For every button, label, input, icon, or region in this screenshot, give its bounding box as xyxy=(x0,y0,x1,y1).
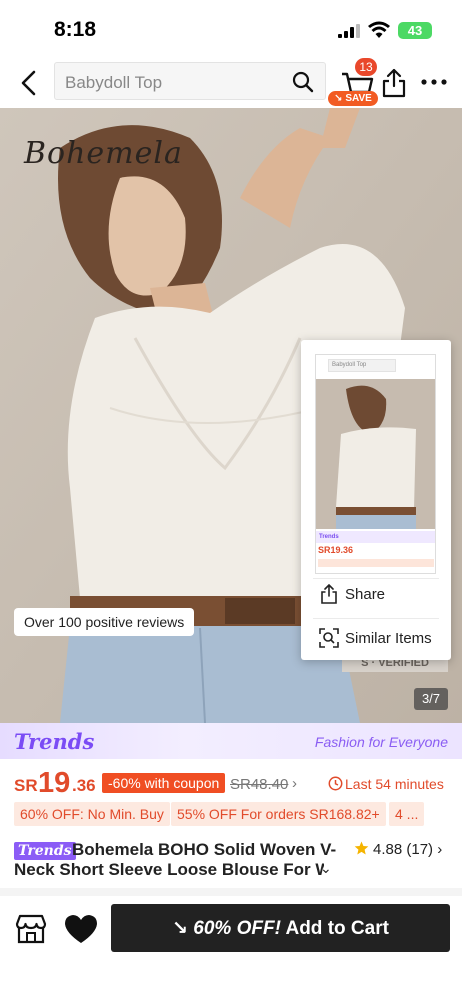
countdown-timer: Last 54 minutes xyxy=(345,776,444,792)
add-to-cart-promo: 60% OFF! xyxy=(193,918,281,939)
popup-share-label: Share xyxy=(345,586,386,603)
share-icon xyxy=(321,584,337,604)
screenshot-share-popup: Babydoll Top Trends SR19.36 Share Simila… xyxy=(301,340,451,660)
share-icon[interactable] xyxy=(381,68,407,98)
rating-summary[interactable]: 4.88 (17) › xyxy=(354,840,454,860)
top-nav: Babydoll Top 13 ↘ SAVE xyxy=(0,58,462,108)
thumbnail-photo xyxy=(316,379,435,529)
add-to-cart-label: Add to Cart xyxy=(285,918,389,939)
thumbnail-search: Babydoll Top xyxy=(328,359,396,372)
image-search-icon xyxy=(319,628,339,648)
price-cents: .36 xyxy=(72,776,96,795)
coupon-discount-badge[interactable]: -60% with coupon xyxy=(102,773,226,793)
search-query-text: Babydoll Top xyxy=(65,73,163,92)
thumbnail-price-cents: .36 xyxy=(340,545,354,555)
product-title-line2: Neck Short Sleeve Loose Blouse For W xyxy=(14,860,324,879)
popup-similar-label: Similar Items xyxy=(345,630,432,647)
thumbnail-promo-strip xyxy=(318,559,434,567)
brand-logo: Bohemela xyxy=(24,136,183,171)
promo-chip[interactable]: 60% OFF: No Min. Buy xyxy=(14,802,170,826)
promo-chip[interactable]: 55% OFF For orders SR168.82+ xyxy=(171,802,386,826)
popup-share-button[interactable]: Share xyxy=(315,578,439,614)
chevron-down-icon[interactable]: ⌄ xyxy=(320,860,332,877)
save-tag: ↘ SAVE xyxy=(328,91,378,106)
thumbnail-header: Babydoll Top xyxy=(316,355,435,377)
image-page-indicator: 3/7 xyxy=(414,688,448,710)
rating-count: (17) xyxy=(406,841,434,858)
thumbnail-price-main: 19 xyxy=(330,545,341,555)
thumbnail-price: SR19.36 xyxy=(318,545,353,555)
cart-count-badge: 13 xyxy=(355,58,377,76)
positive-reviews-chip[interactable]: Over 100 positive reviews xyxy=(14,608,195,636)
price-row: SR 19 .36 -60% with coupon SR48.40 › Las… xyxy=(0,762,462,802)
save-label: SAVE xyxy=(345,93,372,104)
screenshot-thumbnail[interactable]: Babydoll Top Trends SR19.36 xyxy=(315,354,436,574)
search-icon[interactable] xyxy=(291,70,315,94)
heart-icon[interactable] xyxy=(63,913,99,945)
battery-indicator: 43 xyxy=(398,22,432,39)
thumbnail-currency: SR xyxy=(318,545,331,555)
star-icon xyxy=(354,841,369,855)
price-currency: SR xyxy=(14,776,38,795)
wifi-icon xyxy=(368,21,390,38)
add-to-cart-text: ↘ 60% OFF! Add to Cart xyxy=(172,918,389,939)
chevron-right-icon[interactable]: › xyxy=(292,775,297,792)
promo-chip[interactable]: 4 ... xyxy=(389,802,425,826)
trends-logo: Trends xyxy=(14,729,95,754)
thumbnail-trends-strip: Trends xyxy=(316,531,435,543)
original-price[interactable]: SR48.40 xyxy=(230,776,288,793)
clock-icon xyxy=(328,776,343,791)
product-title-row[interactable]: Trends Bohemela BOHO Solid Woven V- Neck… xyxy=(0,838,462,884)
signal-icon xyxy=(338,24,360,38)
product-title-line1: Bohemela BOHO Solid Woven V- xyxy=(72,840,337,859)
rating-text: 4.88 (17) › xyxy=(373,841,443,858)
price-main: 19 xyxy=(38,767,71,799)
promo-chip-row: 60% OFF: No Min. Buy 55% OFF For orders … xyxy=(0,802,462,828)
bottom-action-bar: ↘ 60% OFF! Add to Cart xyxy=(0,896,462,1000)
status-bar: 8:18 43 xyxy=(0,0,462,58)
trends-badge: Trends xyxy=(14,842,76,860)
search-input[interactable]: Babydoll Top xyxy=(54,62,326,100)
popup-similar-items-button[interactable]: Similar Items xyxy=(315,622,439,656)
trends-banner[interactable]: Trends Fashion for Everyone xyxy=(0,723,462,759)
back-arrow-icon[interactable] xyxy=(14,66,44,100)
store-icon[interactable] xyxy=(14,912,48,946)
trends-tagline: Fashion for Everyone xyxy=(314,734,448,750)
rating-value: 4.88 xyxy=(373,841,403,858)
popup-divider xyxy=(313,618,439,619)
more-options-icon[interactable] xyxy=(420,74,448,90)
section-separator xyxy=(0,888,462,896)
status-time: 8:18 xyxy=(54,18,97,41)
add-to-cart-button[interactable]: ↘ 60% OFF! Add to Cart xyxy=(111,904,450,952)
